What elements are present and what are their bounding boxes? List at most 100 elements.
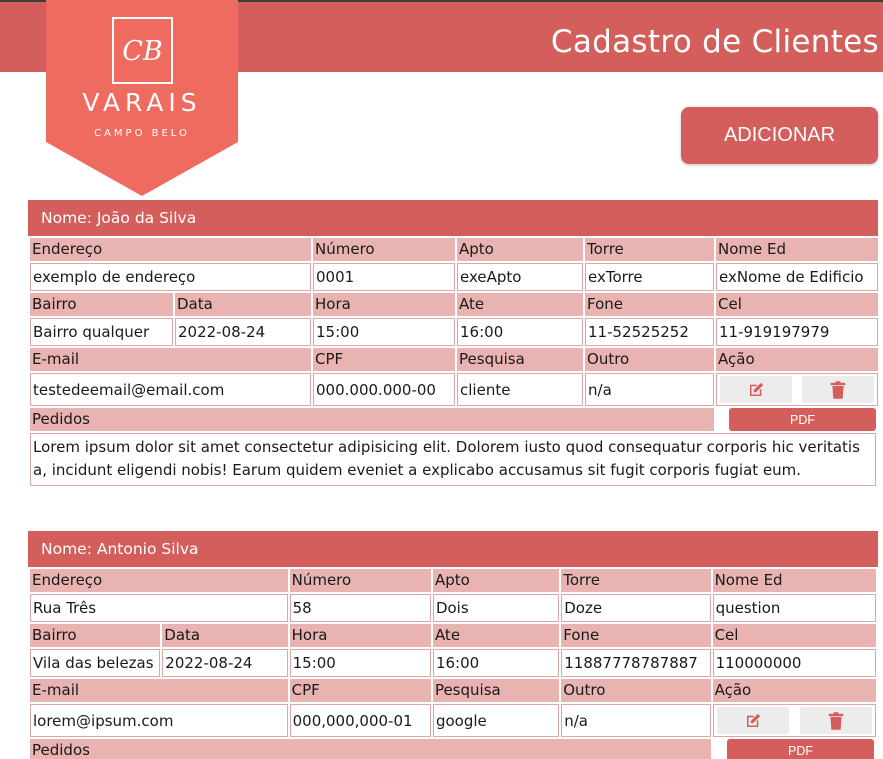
pdf-button[interactable]: PDF	[729, 408, 877, 431]
label-numero: Número	[289, 569, 431, 592]
value-email: lorem@ipsum.com	[30, 704, 288, 737]
values-row: exemplo de endereço 0001 exeApto exTorre…	[30, 263, 879, 291]
label-pedidos: Pedidos	[30, 408, 715, 431]
actions-cell	[712, 704, 876, 737]
logo-subtitle: CAMPO BELO	[94, 128, 190, 139]
value-outro: n/a	[561, 704, 711, 737]
labels-row: E-mail CPF Pesquisa Outro Ação	[30, 348, 879, 371]
value-torre: exTorre	[585, 263, 715, 291]
label-apto: Apto	[432, 569, 560, 592]
label-bairro: Bairro	[30, 624, 161, 647]
label-email: E-mail	[30, 348, 312, 371]
client-name-header: Nome: Antonio Silva	[28, 531, 878, 567]
value-ate: 16:00	[432, 649, 560, 677]
label-pesquisa: Pesquisa	[432, 679, 560, 702]
value-outro: n/a	[585, 373, 715, 406]
values-row: testedeemail@email.com 000.000.000-00 cl…	[30, 373, 879, 406]
orders-row: Pedidos PDF	[30, 739, 876, 759]
value-bairro: Vila das belezas	[30, 649, 161, 677]
pdf-button[interactable]: PDF	[727, 739, 874, 759]
page-title: Cadastro de Clientes	[550, 24, 879, 60]
add-client-button[interactable]: ADICIONAR	[681, 107, 878, 164]
label-fone: Fone	[585, 293, 715, 316]
value-fone: 11887778787887	[561, 649, 711, 677]
label-numero: Número	[313, 238, 456, 261]
value-apto: Dois	[432, 594, 560, 622]
label-data: Data	[162, 624, 288, 647]
label-fone: Fone	[561, 624, 711, 647]
client-card: Nome: João da Silva Endereço Número Apto…	[28, 200, 880, 486]
label-cel: Cel	[716, 293, 879, 316]
label-cpf: CPF	[313, 348, 456, 371]
value-data: 2022-08-24	[175, 318, 312, 346]
value-bairro: Bairro qualquer	[30, 318, 173, 346]
client-card: Nome: Antonio Silva Endereço Número Apto…	[28, 531, 878, 759]
trash-icon	[830, 380, 846, 399]
orders-row: Pedidos PDF	[30, 408, 879, 431]
client-name-header: Nome: João da Silva	[28, 200, 878, 236]
values-row: lorem@ipsum.com 000,000,000-01 google n/…	[30, 704, 876, 737]
value-apto: exeApto	[457, 263, 584, 291]
values-row: Rua Três 58 Dois Doze question	[30, 594, 876, 622]
value-fone: 11-52525252	[585, 318, 715, 346]
value-cel: 11-919197979	[716, 318, 879, 346]
label-hora: Hora	[289, 624, 431, 647]
labels-row: Bairro Data Hora Ate Fone Cel	[30, 624, 876, 647]
value-endereco: Rua Três	[30, 594, 288, 622]
delete-button[interactable]	[800, 707, 872, 734]
label-torre: Torre	[561, 569, 711, 592]
delete-button[interactable]	[802, 376, 875, 403]
edit-icon	[746, 713, 760, 727]
pdf-cell: PDF	[712, 739, 876, 759]
labels-row: Bairro Data Hora Ate Fone Cel	[30, 293, 879, 316]
label-pedidos: Pedidos	[30, 739, 711, 759]
logo-badge: CB VARAIS CAMPO BELO	[46, 0, 238, 196]
edit-icon	[750, 382, 764, 396]
label-torre: Torre	[585, 238, 715, 261]
label-outro: Outro	[585, 348, 715, 371]
value-nome-ed: exNome de Edificio	[716, 263, 879, 291]
label-outro: Outro	[561, 679, 711, 702]
logo-monogram: CB	[122, 36, 163, 67]
value-ate: 16:00	[457, 318, 584, 346]
label-email: E-mail	[30, 679, 288, 702]
brand-logo[interactable]: CB VARAIS CAMPO BELO	[46, 0, 238, 196]
label-ate: Ate	[432, 624, 560, 647]
label-cpf: CPF	[289, 679, 431, 702]
label-endereco: Endereço	[30, 238, 312, 261]
value-cpf: 000,000,000-01	[289, 704, 431, 737]
value-numero: 58	[289, 594, 431, 622]
label-bairro: Bairro	[30, 293, 173, 316]
edit-button[interactable]	[720, 376, 793, 403]
client-details-table: Endereço Número Apto Torre Nome Ed Rua T…	[28, 567, 878, 759]
label-pesquisa: Pesquisa	[457, 348, 584, 371]
actions-cell	[716, 373, 879, 406]
trash-icon	[828, 711, 844, 730]
label-nome-ed: Nome Ed	[716, 238, 879, 261]
label-data: Data	[175, 293, 312, 316]
client-details-table: Endereço Número Apto Torre Nome Ed exemp…	[28, 236, 880, 433]
values-row: Vila das belezas 2022-08-24 15:00 16:00 …	[30, 649, 876, 677]
values-row: Bairro qualquer 2022-08-24 15:00 16:00 1…	[30, 318, 879, 346]
logo-name: VARAIS	[82, 88, 201, 117]
orders-text: Lorem ipsum dolor sit amet consectetur a…	[30, 433, 876, 486]
label-nome-ed: Nome Ed	[712, 569, 876, 592]
value-endereco: exemplo de endereço	[30, 263, 312, 291]
value-cpf: 000.000.000-00	[313, 373, 456, 406]
labels-row: E-mail CPF Pesquisa Outro Ação	[30, 679, 876, 702]
value-data: 2022-08-24	[162, 649, 288, 677]
label-acao: Ação	[716, 348, 879, 371]
edit-button[interactable]	[716, 707, 789, 734]
value-pesquisa: cliente	[457, 373, 584, 406]
value-torre: Doze	[561, 594, 711, 622]
label-hora: Hora	[313, 293, 456, 316]
value-email: testedeemail@email.com	[30, 373, 312, 406]
label-apto: Apto	[457, 238, 584, 261]
label-acao: Ação	[712, 679, 876, 702]
value-hora: 15:00	[289, 649, 431, 677]
value-cel: 110000000	[712, 649, 876, 677]
labels-row: Endereço Número Apto Torre Nome Ed	[30, 238, 879, 261]
label-endereco: Endereço	[30, 569, 288, 592]
value-hora: 15:00	[313, 318, 456, 346]
pdf-cell: PDF	[716, 408, 879, 431]
